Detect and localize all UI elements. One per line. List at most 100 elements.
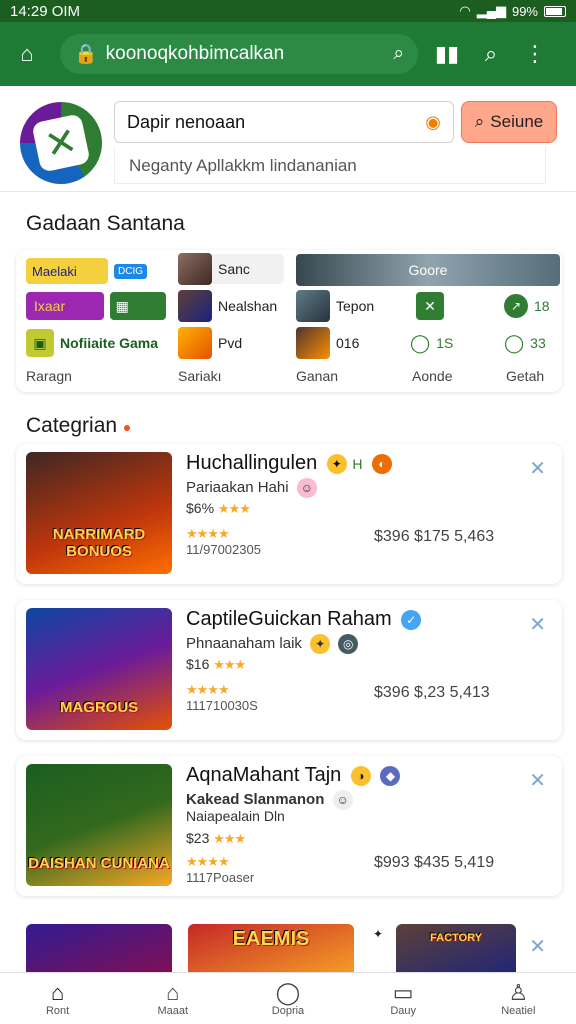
app-subtitle-text: Naiapealain Dln <box>186 808 285 824</box>
badge-icon: ◆ <box>380 765 401 786</box>
battery-percent: 99% <box>511 3 538 19</box>
app-subtitle: Pariaakan Hahi ☺ <box>186 478 317 498</box>
grid-footer-label[interactable]: Aonde <box>412 368 452 384</box>
game-thumbnail <box>296 327 330 359</box>
rating-stars-icon: ★★★★ <box>186 526 230 541</box>
grid-footer-label[interactable]: Sariakı <box>178 368 222 384</box>
chip-app-green[interactable]: ✕ <box>416 291 444 321</box>
app-download-count: 1117Poaser <box>186 870 255 885</box>
chip-1s[interactable]: ◯ 1S <box>410 328 453 358</box>
chat-icon: ◯ <box>504 332 525 353</box>
search-input[interactable]: Dapir nenoaan ◉ <box>114 101 454 143</box>
badge-icon: H <box>352 456 363 472</box>
banner-goore[interactable]: Goore <box>296 254 560 286</box>
featured-grid: Maelaki DCIG Sanc Goore Ixaar ▦ Nealshan… <box>16 250 562 392</box>
app-prices: $993 $435 5,419 <box>374 854 495 871</box>
artwork-text: MAGROUS <box>59 699 139 716</box>
app-price-small: $6% ★★★ <box>186 500 251 517</box>
badge-icon: ✦ <box>310 634 331 654</box>
tv-icon: ▣ <box>26 329 54 357</box>
app-artwork: DAISHAN CUNIANA <box>26 764 172 886</box>
home-icon: ⌂ <box>50 979 65 1005</box>
chip-tepon[interactable]: Tepon <box>296 290 406 322</box>
browser-toolbar: ⌂ 🔒 koonoqkohbimcalkan ⌕ ▮▮ ⌕ ⋮ <box>0 22 576 86</box>
grid-footer-label[interactable]: Ganan <box>296 368 338 384</box>
grid-footer-label[interactable]: Raragn <box>26 368 72 384</box>
chip-33[interactable]: ◯ 33 <box>504 328 546 358</box>
badge-icon: ✓ <box>401 609 422 630</box>
nav-label: Maaat <box>157 1004 189 1017</box>
address-bar[interactable]: 🔒 koonoqkohbimcalkan ⌕ <box>60 34 418 74</box>
close-icon[interactable]: ✕ <box>529 768 546 793</box>
nav-profile[interactable]: ♙ Neatiel <box>478 979 558 1017</box>
game-thumbnail <box>178 253 212 285</box>
app-card[interactable]: NARRIMARD BONUOS Huchallingulen ✦ H ◐ Pa… <box>16 444 562 584</box>
nav-tablet[interactable]: ▭ Dauy <box>363 979 443 1017</box>
search-suggestion[interactable]: Neganty Apllakkm lindananian <box>114 146 546 184</box>
app-prices: $396 $,23 5,413 <box>374 684 490 701</box>
app-price-small: $23 ★★★ <box>186 830 246 847</box>
categories-title: Categrian ● <box>26 414 131 438</box>
search-area: ✕ Dapir nenoaan ◉ ⌕ Seiune Neganty Aplla… <box>0 88 576 192</box>
chip-nealshan[interactable]: Nealshan <box>178 290 288 322</box>
grid-footer-label[interactable]: Getah <box>506 368 544 384</box>
badge-icon: ☺ <box>296 478 317 498</box>
app-logo[interactable]: ✕ <box>20 102 102 184</box>
chip-label: Tepon <box>336 298 375 314</box>
nav-home[interactable]: ⌂ Ront <box>18 979 98 1017</box>
chip-016[interactable]: 016 <box>296 327 406 359</box>
signal-icon: ▂▄▆ <box>476 3 506 18</box>
close-icon[interactable]: ✕ <box>529 612 546 637</box>
app-price-small: $16 ★★★ <box>186 656 246 673</box>
chip-18[interactable]: ↗ 18 <box>504 291 550 321</box>
chip-nofiiaite[interactable]: ▣ Nofiiaite Gama <box>26 328 174 358</box>
badge-icon: ✦ <box>326 453 347 474</box>
search-icon[interactable]: ⌕ <box>393 43 404 65</box>
rating-stars-icon: ★★★★ <box>186 682 230 697</box>
search-button[interactable]: ⌕ Seiune <box>461 101 557 143</box>
close-icon[interactable]: ✕ <box>529 456 546 481</box>
chip-pvd[interactable]: Pvd <box>178 327 288 359</box>
app-subtitle-text: Pariaakan Hahi <box>186 478 289 496</box>
chip-maelaki[interactable]: Maelaki DCIG <box>26 256 174 286</box>
status-time: 14:29 OIM <box>10 2 81 20</box>
app-card[interactable]: DAISHAN CUNIANA AqnaMahant Tajn ◑ ◆ Kake… <box>16 756 562 896</box>
app-artwork: MAGROUS <box>26 608 172 730</box>
app-title-text: Huchallingulen <box>186 452 318 474</box>
close-icon[interactable]: ✕ <box>529 934 546 959</box>
lock-icon: 🔒 <box>74 44 98 65</box>
menu-icon[interactable]: ⋮ <box>520 41 550 67</box>
search-icon: ⌕ <box>474 112 485 131</box>
home-icon[interactable]: ⌂ <box>12 41 42 67</box>
wifi-icon: ◠ <box>459 3 471 18</box>
dot-icon: ● <box>122 419 132 435</box>
game-thumbnail <box>178 327 212 359</box>
app-card[interactable]: MAGROUS CaptileGuickan Raham ✓ Phnaanaha… <box>16 600 562 740</box>
books-icon[interactable]: ▮▮ <box>432 41 462 67</box>
person-icon: ♙ <box>508 979 529 1005</box>
voice-icon[interactable]: ◉ <box>425 112 441 133</box>
logo-mark-icon: ✕ <box>31 113 91 173</box>
search-input-value: Dapir nenoaan <box>127 111 246 132</box>
nav-label: Ront <box>45 1004 70 1017</box>
artwork-text: NARRIMARD BONUOS <box>52 526 146 560</box>
badge-icon: ◐ <box>372 453 393 474</box>
app-title-text: CaptileGuickan Raham <box>186 608 392 630</box>
app-subtitle-text: Kakead Slanmanon <box>186 790 325 808</box>
artwork-text: DAISHAN CUNIANA <box>28 855 170 872</box>
chip-sanc[interactable]: Sanc <box>178 253 284 285</box>
chip-ixaar[interactable]: Ixaar ▦ <box>26 291 166 321</box>
chip-label: 1S <box>436 335 454 351</box>
chat-icon: ↗ <box>504 294 528 318</box>
search-icon[interactable]: ⌕ <box>476 41 506 67</box>
chip-label: Ixaar <box>26 292 104 320</box>
nav-store[interactable]: ⌂ Maaat <box>133 980 213 1017</box>
app-icon: ✕ <box>416 292 444 320</box>
tablet-icon: ▭ <box>392 979 414 1005</box>
nav-label: Dopria <box>271 1004 305 1017</box>
app-title: Huchallingulen ✦ H ◐ <box>186 452 393 475</box>
app-subtitle-secondary: Naiapealain Dln <box>186 808 285 824</box>
bottom-nav: ⌂ Ront ⌂ Maaat ◯ Dopria ▭ Dauy ♙ Neatiel <box>0 972 576 1024</box>
nav-discover[interactable]: ◯ Dopria <box>248 980 328 1017</box>
featured-title: Gadaan Santana <box>26 212 185 235</box>
